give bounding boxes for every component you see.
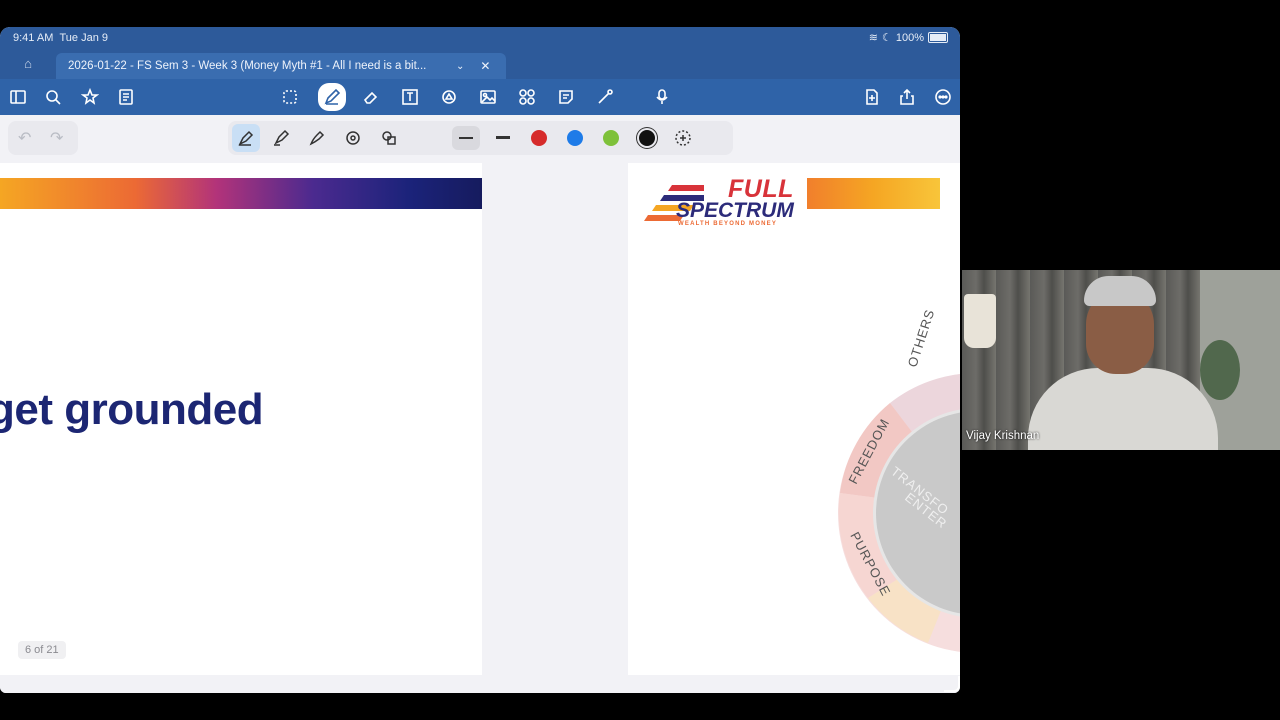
highlighter-icon[interactable] [269,126,293,150]
color-green-swatch[interactable] [603,130,619,146]
resize-handle-icon[interactable] [944,676,960,692]
eraser-icon[interactable] [360,86,382,108]
page-count-badge: 6 of 21 [18,641,66,659]
sticky-note-icon[interactable] [555,86,577,108]
add-page-icon[interactable] [861,86,883,108]
slide-heading: get grounded [0,385,264,434]
fountain-pen-icon[interactable] [232,124,260,152]
color-blue-swatch[interactable] [567,130,583,146]
lasso-icon[interactable] [279,86,301,108]
battery-percent: 100% [895,31,924,44]
document-canvas[interactable]: get grounded 6 of 21 FULL SPECTRUM WEALT… [0,163,960,693]
brush-pen-icon[interactable] [305,126,329,150]
search-icon[interactable] [42,86,64,108]
participant-hair [1084,276,1156,306]
wifi-icon: ≋ [868,32,878,44]
video-tile[interactable]: Vijay Krishnan [962,270,1280,450]
undo-icon[interactable]: ↶ [18,128,31,148]
document-tab[interactable]: 2026-01-22 - FS Sem 3 - Week 3 (Money My… [56,53,506,79]
slide-page-left: get grounded [0,163,482,675]
text-box-icon[interactable] [399,86,421,108]
redo-icon[interactable]: ↷ [50,128,63,148]
sidebar-icon[interactable] [7,86,29,108]
undo-redo-group: ↶ ↷ [8,121,78,155]
pen-icon[interactable] [318,83,346,111]
tab-bar: ⌂ 2026-01-22 - FS Sem 3 - Week 3 (Money … [0,51,960,79]
status-time: 9:41 AM Tue Jan 9 [13,32,108,44]
battery-icon [928,32,948,43]
more-icon[interactable] [932,86,954,108]
add-color-icon[interactable] [671,126,695,150]
elements-icon[interactable] [516,86,538,108]
document-outline-icon[interactable] [115,86,137,108]
microphone-icon[interactable] [645,86,679,108]
document-tab-title: 2026-01-22 - FS Sem 3 - Week 3 (Money My… [68,60,427,72]
share-icon[interactable] [896,86,918,108]
stroke-width-thin[interactable] [459,137,473,139]
image-icon[interactable] [477,86,499,108]
color-red-swatch[interactable] [531,130,547,146]
purpose-wheel-diagram: OTHERS FREEDOM PURPOSE TRANSFO ENTER [838,307,960,652]
pen-options-bar: ↶ ↷ [0,115,960,163]
shapes-pen-icon[interactable] [377,126,401,150]
participant-name-label: Vijay Krishnan [966,430,1040,442]
moon-icon: ☾ [881,32,892,44]
laser-pointer-icon[interactable] [594,86,616,108]
main-toolbar [0,79,960,115]
bookmark-star-icon[interactable] [79,86,101,108]
pen-tray [228,121,733,155]
status-right: ≋ ☾ 100% [869,31,948,44]
video-lamp [964,294,996,348]
video-plant [1200,340,1240,400]
shapes-icon[interactable] [438,86,460,108]
close-tab-icon[interactable]: ✕ [480,59,490,73]
ipad-app-window: 9:41 AM Tue Jan 9 ≋ ☾ 100% ⌂ 2026-01-22 … [0,27,960,693]
wheel-label-others: OTHERS [905,307,938,369]
stroke-width-medium[interactable] [496,136,510,139]
slide-page-right: FULL SPECTRUM WEALTH BEYOND MONEY OTHERS… [628,163,960,675]
slide-header-gradient [0,178,482,209]
status-bar: 9:41 AM Tue Jan 9 ≋ ☾ 100% [0,27,960,51]
home-icon[interactable]: ⌂ [14,56,42,74]
color-black-swatch[interactable] [639,130,655,146]
chevron-down-icon[interactable]: ⌄ [456,61,464,72]
lasso-shape-icon[interactable] [341,126,365,150]
